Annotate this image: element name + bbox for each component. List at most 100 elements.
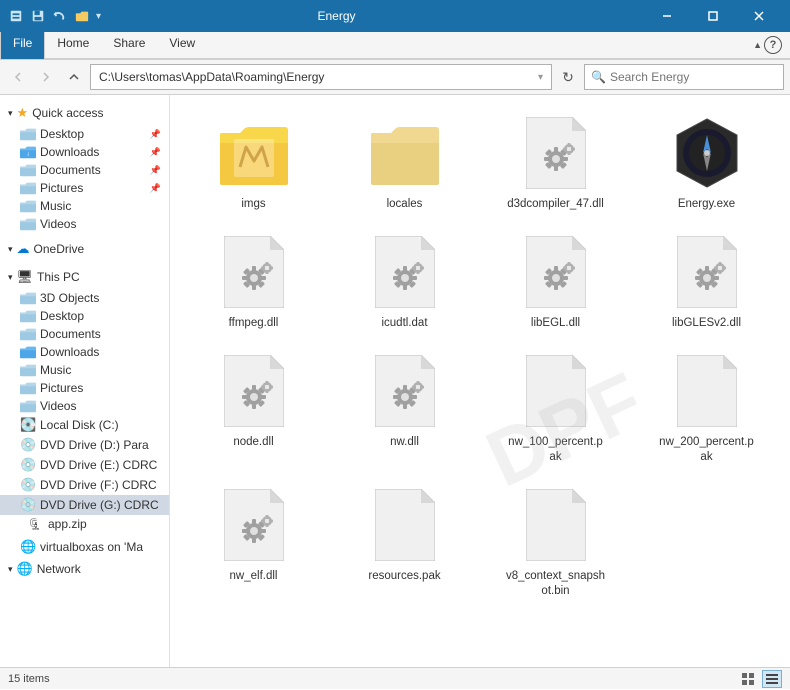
- search-input[interactable]: [610, 70, 777, 84]
- sidebar-item-dvd-g[interactable]: 💿 DVD Drive (G:) CDRC: [0, 495, 169, 515]
- title-bar-icons: ▾: [8, 8, 101, 24]
- tab-home[interactable]: Home: [45, 32, 101, 58]
- nw-svg: [375, 355, 435, 427]
- resources-label: resources.pak: [368, 569, 440, 584]
- node-icon: [214, 351, 294, 431]
- close-button[interactable]: [736, 0, 782, 32]
- libegl-icon: [516, 232, 596, 312]
- quick-access-label: Quick access: [32, 106, 103, 120]
- large-icons-view-button[interactable]: [738, 670, 758, 688]
- file-item-locales[interactable]: locales: [331, 105, 478, 220]
- sidebar-item-desktop-quick[interactable]: Desktop 📌: [0, 125, 169, 143]
- file-item-imgs[interactable]: imgs: [180, 105, 327, 220]
- sidebar-item-dvd-d[interactable]: 💿 DVD Drive (D:) Para: [0, 435, 169, 455]
- window-controls: [644, 0, 782, 32]
- sidebar-item-music-pc[interactable]: Music: [0, 361, 169, 379]
- file-item-nw100[interactable]: nw_100_percent.pak: [482, 343, 629, 473]
- file-grid: imgs locales: [180, 105, 780, 607]
- onedrive-header[interactable]: ▾ ☁ OneDrive: [0, 237, 169, 261]
- file-item-nwelf[interactable]: nw_elf.dll: [180, 477, 327, 607]
- energy-exe-svg: [671, 117, 743, 189]
- network-arrow: ▾: [8, 564, 13, 575]
- undo-icon: [52, 8, 68, 24]
- dvd-g-label: DVD Drive (G:) CDRC: [40, 498, 161, 512]
- sidebar-item-videos-pc[interactable]: Videos: [0, 397, 169, 415]
- file-item-d3dcompiler[interactable]: d3dcompiler_47.dll: [482, 105, 629, 220]
- file-item-energy-exe[interactable]: Energy.exe: [633, 105, 780, 220]
- local-disk-icon: 💽: [20, 417, 36, 433]
- sidebar-item-downloads-pc[interactable]: Downloads: [0, 343, 169, 361]
- sidebar-item-local-disk[interactable]: 💽 Local Disk (C:): [0, 415, 169, 435]
- icudtl-svg: [375, 236, 435, 308]
- address-box[interactable]: C:\Users\tomas\AppData\Roaming\Energy ▾: [90, 64, 552, 90]
- tab-file[interactable]: File: [0, 32, 45, 59]
- address-dropdown-arrow[interactable]: ▾: [538, 72, 543, 83]
- sidebar-item-3dobjects[interactable]: 3D Objects: [0, 289, 169, 307]
- sidebar-item-desktop-pc[interactable]: Desktop: [0, 307, 169, 325]
- this-pc-header[interactable]: ▾ 🖥 This PC: [0, 265, 169, 289]
- save-icon: [30, 8, 46, 24]
- search-box[interactable]: 🔍: [584, 64, 784, 90]
- tab-share[interactable]: Share: [101, 32, 157, 58]
- downloads-quick-label: Downloads: [40, 145, 144, 159]
- videos-quick-label: Videos: [40, 217, 161, 231]
- help-button[interactable]: ▲ ?: [745, 32, 790, 58]
- pictures-pc-label: Pictures: [40, 381, 161, 395]
- dvd-f-label: DVD Drive (F:) CDRC: [40, 478, 161, 492]
- sidebar-item-pictures-quick[interactable]: Pictures 📌: [0, 179, 169, 197]
- back-button[interactable]: [6, 65, 30, 89]
- sidebar-item-pictures-pc[interactable]: Pictures: [0, 379, 169, 397]
- sidebar-item-appzip[interactable]: 🗜 app.zip: [0, 515, 169, 533]
- d3dcompiler-label: d3dcompiler_47.dll: [507, 197, 604, 212]
- virtualbox-label: virtualboxas on 'Ma: [40, 540, 161, 554]
- virtualbox-icon: 🌐: [20, 539, 36, 555]
- node-label: node.dll: [233, 435, 273, 450]
- file-item-libglesv2[interactable]: libGLESv2.dll: [633, 224, 780, 339]
- details-view-button[interactable]: [762, 670, 782, 688]
- downloads-folder-icon: ↓: [20, 145, 36, 159]
- pin-icon-3: 📌: [150, 165, 161, 176]
- dvd-g-icon: 💿: [20, 497, 36, 513]
- network-section: 🌐 virtualboxas on 'Ma ▾ 🌐 Network: [0, 537, 169, 581]
- address-path: C:\Users\tomas\AppData\Roaming\Energy: [99, 70, 534, 84]
- refresh-button[interactable]: ↻: [556, 65, 580, 89]
- file-item-nw[interactable]: nw.dll: [331, 343, 478, 473]
- svg-text:↓: ↓: [26, 151, 29, 158]
- file-item-node[interactable]: node.dll: [180, 343, 327, 473]
- sidebar-item-documents-pc[interactable]: Documents: [0, 325, 169, 343]
- file-item-nw200[interactable]: nw_200_percent.pak: [633, 343, 780, 473]
- libegl-label: libEGL.dll: [531, 316, 580, 331]
- videos-pc-label: Videos: [40, 399, 161, 413]
- sidebar-item-music-quick[interactable]: Music: [0, 197, 169, 215]
- dvd-f-icon: 💿: [20, 477, 36, 493]
- up-button[interactable]: [62, 65, 86, 89]
- sidebar-item-downloads-quick[interactable]: ↓ Downloads 📌: [0, 143, 169, 161]
- quick-access-header[interactable]: ▾ ★ Quick access: [0, 101, 169, 125]
- file-item-resources[interactable]: resources.pak: [331, 477, 478, 607]
- nwelf-svg: [224, 489, 284, 561]
- desktop-pc-label: Desktop: [40, 309, 161, 323]
- sidebar-item-videos-quick[interactable]: Videos: [0, 215, 169, 233]
- sidebar-item-dvd-e[interactable]: 💿 DVD Drive (E:) CDRC: [0, 455, 169, 475]
- pin-icon-2: 📌: [150, 147, 161, 158]
- ffmpeg-svg: [224, 236, 284, 308]
- network-header[interactable]: ▾ 🌐 Network: [0, 557, 169, 581]
- sidebar-item-documents-quick[interactable]: Documents 📌: [0, 161, 169, 179]
- music-pc-label: Music: [40, 363, 161, 377]
- main-layout: ▾ ★ Quick access Desktop 📌 ↓ Downloads 📌…: [0, 95, 790, 667]
- file-item-ffmpeg[interactable]: ffmpeg.dll: [180, 224, 327, 339]
- sidebar-item-virtualbox[interactable]: 🌐 virtualboxas on 'Ma: [0, 537, 169, 557]
- imgs-folder-svg: [218, 119, 290, 187]
- file-item-icudtl[interactable]: icudtl.dat: [331, 224, 478, 339]
- minimize-button[interactable]: [644, 0, 690, 32]
- maximize-button[interactable]: [690, 0, 736, 32]
- sidebar-item-dvd-f[interactable]: 💿 DVD Drive (F:) CDRC: [0, 475, 169, 495]
- file-item-libegl[interactable]: libEGL.dll: [482, 224, 629, 339]
- tab-view[interactable]: View: [157, 32, 207, 58]
- file-item-v8snapshot[interactable]: v8_context_snapshot.bin: [482, 477, 629, 607]
- forward-button[interactable]: [34, 65, 58, 89]
- nw200-label: nw_200_percent.pak: [657, 435, 757, 465]
- onedrive-cloud-icon: ☁: [17, 241, 30, 257]
- locales-folder-svg: [369, 119, 441, 187]
- libglesv2-icon: [667, 232, 747, 312]
